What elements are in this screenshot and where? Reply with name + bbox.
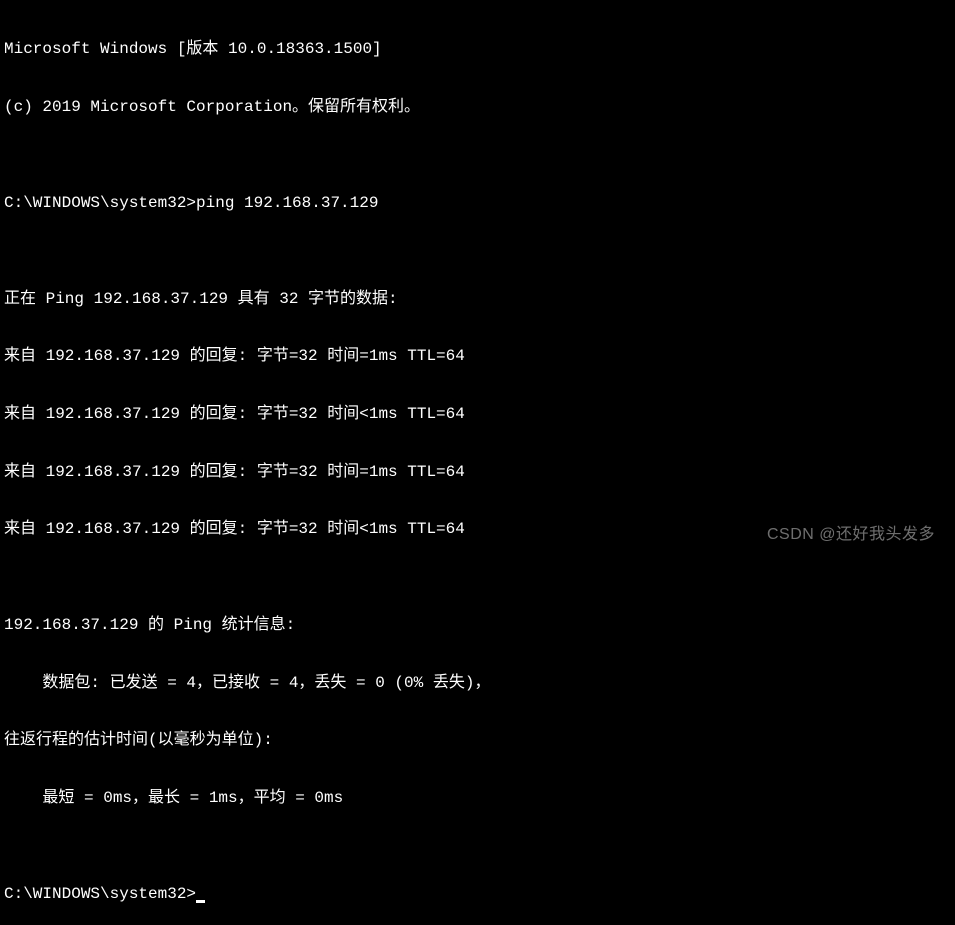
output-line: 最短 = 0ms，最长 = 1ms，平均 = 0ms [4,789,951,808]
terminal-output[interactable]: Microsoft Windows [版本 10.0.18363.1500] (… [0,0,955,925]
output-line: 往返行程的估计时间(以毫秒为单位): [4,731,951,750]
prompt-line[interactable]: C:\WINDOWS\system32> [4,885,951,904]
output-line: 来自 192.168.37.129 的回复: 字节=32 时间=1ms TTL=… [4,347,951,366]
output-line: 来自 192.168.37.129 的回复: 字节=32 时间=1ms TTL=… [4,463,951,482]
prompt-line: C:\WINDOWS\system32>ping 192.168.37.129 [4,194,951,213]
cursor-icon [196,900,205,903]
prompt-text: C:\WINDOWS\system32> [4,885,196,903]
output-line: 数据包: 已发送 = 4，已接收 = 4，丢失 = 0 (0% 丢失)， [4,674,951,693]
output-line: 192.168.37.129 的 Ping 统计信息: [4,616,951,635]
output-line: 来自 192.168.37.129 的回复: 字节=32 时间<1ms TTL=… [4,405,951,424]
watermark-text: CSDN @还好我头发多 [767,525,935,544]
output-line: (c) 2019 Microsoft Corporation。保留所有权利。 [4,98,951,117]
output-line: 正在 Ping 192.168.37.129 具有 32 字节的数据: [4,290,951,309]
output-line: Microsoft Windows [版本 10.0.18363.1500] [4,40,951,59]
